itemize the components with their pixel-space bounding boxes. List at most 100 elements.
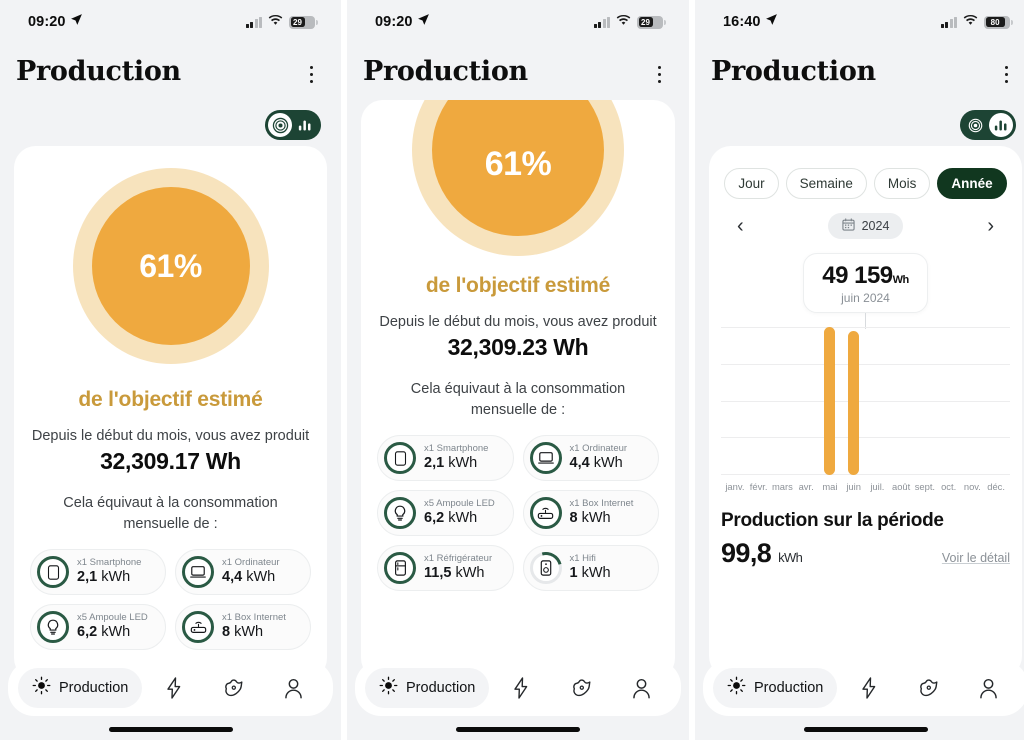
- donut-percent-label: 61%: [432, 100, 604, 236]
- chip-text: x1 Box Internet 8 kWh: [222, 611, 286, 642]
- chip-text: x5 Ampoule LED 6,2 kWh: [424, 497, 495, 528]
- bar-chart-icon: [293, 113, 318, 137]
- user-icon[interactable]: [273, 668, 313, 708]
- list-item[interactable]: x5 Ampoule LED 6,2 kWh: [30, 604, 166, 651]
- see-detail-link[interactable]: Voir le détail: [942, 551, 1010, 569]
- lightbulb-icon: [384, 497, 416, 530]
- appliance-value: 8 kWh: [222, 624, 264, 641]
- bar-slot: [866, 327, 890, 475]
- status-left-2: 09:20: [375, 13, 430, 31]
- app-header-3: Production: [695, 44, 1024, 100]
- kebab-menu-icon[interactable]: [1001, 56, 1012, 93]
- bar-slot: [771, 327, 795, 475]
- tab-production[interactable]: Production: [365, 668, 490, 708]
- tag-icon[interactable]: [214, 668, 254, 708]
- phone-screen-1: 09:20 29 Production 61% de l'objectif es…: [0, 0, 341, 740]
- bottom-tab-bar-3: Production: [703, 660, 1024, 716]
- appliance-value: 2,1 kWh: [424, 455, 478, 472]
- phone-screen-3: 16:40 80 Production Jour Semaine Mois An…: [695, 0, 1024, 740]
- view-mode-toggle[interactable]: [960, 110, 1016, 140]
- battery-level: 29: [290, 17, 305, 27]
- since-label: Depuis le début du mois, vous avez produ…: [31, 428, 310, 444]
- period-button-jour[interactable]: Jour: [724, 168, 779, 199]
- status-right-1: 29: [245, 14, 318, 30]
- list-item[interactable]: x1 Réfrigérateur 11,5 kWh: [377, 545, 514, 592]
- x-tick: oct.: [941, 481, 957, 492]
- status-left-1: 09:20: [28, 13, 83, 31]
- kebab-menu-icon[interactable]: [306, 56, 317, 93]
- bar-slot: [818, 327, 842, 475]
- view-mode-toggle[interactable]: [265, 110, 321, 140]
- bar-mai: [824, 327, 836, 475]
- tab-production[interactable]: Production: [713, 668, 838, 708]
- equivalence-label: Cela équivaut à la consommation mensuell…: [63, 495, 278, 533]
- bar-slot: [723, 327, 747, 475]
- view-toggle-row-3: [695, 100, 1024, 146]
- phone-screen-2: 09:20 29 Production 61% de l'objectif es…: [347, 0, 689, 740]
- appliance-name: x1 Box Internet: [222, 611, 286, 623]
- user-icon[interactable]: [621, 668, 661, 708]
- period-selector: Jour Semaine Mois Année: [721, 160, 1010, 199]
- cellular-signal-icon: [593, 16, 610, 28]
- user-icon[interactable]: [968, 668, 1008, 708]
- tab-production[interactable]: Production: [18, 668, 143, 708]
- period-button-semaine[interactable]: Semaine: [785, 168, 867, 199]
- bolt-icon[interactable]: [849, 668, 889, 708]
- smartphone-icon: [37, 556, 69, 589]
- list-item[interactable]: x5 Ampoule LED 6,2 kWh: [377, 490, 514, 537]
- wifi-icon: [268, 14, 283, 30]
- donut-chart-wrap-1: 61%: [30, 168, 311, 364]
- kebab-menu-icon[interactable]: [654, 56, 665, 93]
- x-tick: nov.: [963, 481, 981, 492]
- chip-text: x1 Smartphone 2,1 kWh: [424, 443, 488, 473]
- tab-icon-group: [839, 668, 1018, 708]
- appliance-value: 8 kWh: [569, 510, 611, 527]
- chevron-right-icon[interactable]: ›: [981, 216, 1000, 236]
- list-item[interactable]: x1 Smartphone 2,1 kWh: [377, 435, 514, 482]
- x-tick: juin: [846, 481, 861, 492]
- x-tick: déc.: [987, 481, 1005, 492]
- wifi-icon: [616, 14, 631, 30]
- total-production-value: 32,309.17 Wh: [100, 448, 241, 474]
- speaker-icon: [529, 552, 562, 585]
- equivalence-label: Cela équivaut à la consommation mensuell…: [410, 381, 626, 419]
- appliance-value: 11,5 kWh: [424, 565, 485, 582]
- list-item[interactable]: x1 Ordinateur 4,4 kWh: [175, 549, 311, 596]
- x-tick: févr.: [749, 481, 768, 492]
- period-button-annee[interactable]: Année: [937, 168, 1007, 199]
- objective-donut-chart: 61%: [412, 100, 624, 256]
- appliance-name: x5 Ampoule LED: [424, 497, 495, 509]
- list-item[interactable]: x1 Box Internet 8 kWh: [522, 490, 659, 537]
- computer-icon: [529, 442, 562, 475]
- status-bar-3: 16:40 80: [695, 0, 1024, 44]
- battery-icon: 29: [637, 15, 666, 29]
- battery-icon: 29: [289, 15, 318, 29]
- tag-icon[interactable]: [561, 668, 601, 708]
- list-item[interactable]: x1 Ordinateur 4,4 kWh: [522, 435, 659, 482]
- solar-target-icon: [963, 113, 988, 137]
- list-item[interactable]: x1 Smartphone 2,1 kWh: [30, 549, 166, 596]
- bolt-icon[interactable]: [154, 668, 194, 708]
- bolt-icon[interactable]: [501, 668, 541, 708]
- chip-text: x1 Smartphone 2,1 kWh: [77, 557, 141, 587]
- summary-title: Production sur la période: [721, 510, 944, 531]
- chart-x-axis-labels: janv. févr. mars avr. mai juin juil. aoû…: [721, 475, 1010, 492]
- sun-icon: [379, 676, 398, 700]
- year-pill[interactable]: 2024: [827, 213, 904, 239]
- list-item[interactable]: x1 Hifi 1 kWh: [522, 545, 659, 592]
- period-button-mois[interactable]: Mois: [873, 168, 931, 199]
- location-arrow-icon: [765, 13, 778, 30]
- tag-icon[interactable]: [909, 668, 949, 708]
- home-indicator: [803, 727, 928, 732]
- app-header-2: Production: [347, 44, 689, 100]
- chevron-left-icon[interactable]: ‹: [731, 216, 750, 236]
- appliance-value: 1 kWh: [569, 565, 611, 582]
- status-time: 16:40: [723, 14, 761, 30]
- production-bar-chart: [721, 327, 1010, 475]
- list-item[interactable]: x1 Box Internet 8 kWh: [175, 604, 311, 651]
- appliance-value: 4,4 kWh: [222, 569, 276, 586]
- view-toggle-row-1: [0, 100, 341, 146]
- tab-label: Production: [406, 680, 476, 696]
- year-label: 2024: [861, 219, 890, 233]
- x-tick: mai: [822, 481, 838, 492]
